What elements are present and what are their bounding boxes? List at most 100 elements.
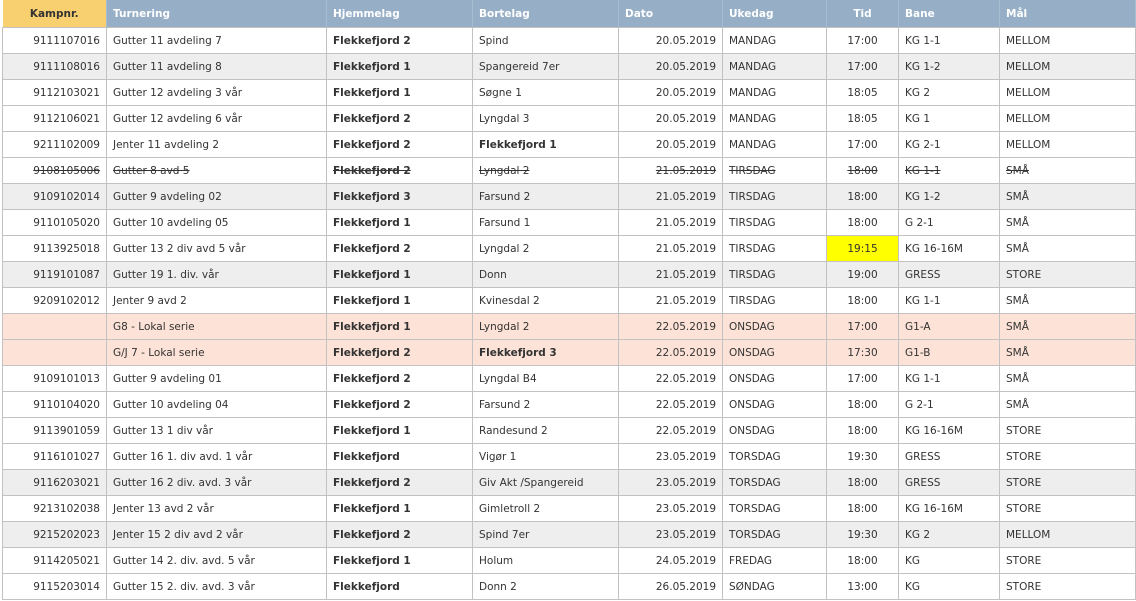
cell-maal: SMÅ [999, 209, 1136, 236]
cell-tid: 18:00 [826, 157, 899, 184]
cell-ukedag: MANDAG [722, 105, 827, 132]
col-header-dato[interactable]: Dato [618, 0, 723, 28]
cell-dato: 21.05.2019 [618, 209, 723, 236]
col-header-turnering[interactable]: Turnering [106, 0, 327, 28]
table-row: 9115203014 Gutter 15 2. div. avd. 3 vår Fl… [2, 573, 1136, 600]
cell-tid: 17:00 [826, 365, 899, 392]
cell-ukedag: ONSDAG [722, 365, 827, 392]
cell-bane: G 2-1 [898, 209, 1000, 236]
cell-bortelag: Kvinesdal 2 [472, 287, 619, 314]
cell-tid: 19:30 [826, 521, 899, 548]
cell-bane: KG 2 [898, 521, 1000, 548]
col-header-tid[interactable]: Tid [826, 0, 899, 28]
cell-tid: 17:00 [826, 27, 899, 54]
cell-turnering: Jenter 9 avd 2 [106, 287, 327, 314]
cell-bortelag: Lyngdal 2 [472, 313, 619, 340]
cell-bortelag: Spangereid 7er [472, 53, 619, 80]
cell-bortelag: Flekkefjord 1 [472, 131, 619, 158]
cell-ukedag: SØNDAG [722, 573, 827, 600]
cell-tid: 18:00 [826, 287, 899, 314]
cell-maal: STORE [999, 417, 1136, 444]
table-row: 9110104020 Gutter 10 avdeling 04 Flekkefjo… [2, 391, 1136, 418]
cell-hjemmelag: Flekkefjord 1 [326, 313, 473, 340]
table-row: 9113901059 Gutter 13 1 div vår Flekkefjord… [2, 417, 1136, 444]
cell-maal: MELLOM [999, 131, 1136, 158]
cell-kampnr: 9110104020 [2, 391, 107, 418]
cell-turnering: G/J 7 - Lokal serie [106, 339, 327, 366]
col-header-kampnr[interactable]: Kampnr. [2, 0, 107, 28]
cell-ukedag: TIRSDAG [722, 183, 827, 210]
cell-tid: 18:00 [826, 469, 899, 496]
cell-dato: 22.05.2019 [618, 313, 723, 340]
col-header-hjemmelag[interactable]: Hjemmelag [326, 0, 473, 28]
cell-tid: 17:00 [826, 313, 899, 340]
cell-turnering: Gutter 12 avdeling 6 vår [106, 105, 327, 132]
cell-kampnr: 9111108016 [2, 53, 107, 80]
cell-ukedag: TIRSDAG [722, 235, 827, 262]
cell-tid: 17:00 [826, 53, 899, 80]
cell-turnering: Gutter 13 2 div avd 5 vår [106, 235, 327, 262]
cell-turnering: Gutter 10 avdeling 05 [106, 209, 327, 236]
cell-hjemmelag: Flekkefjord 1 [326, 547, 473, 574]
cell-bane: KG 1-2 [898, 53, 1000, 80]
table-row: 9213102038 Jenter 13 avd 2 vår Flekkefjord… [2, 495, 1136, 522]
cell-hjemmelag: Flekkefjord 1 [326, 287, 473, 314]
cell-kampnr: 9115203014 [2, 573, 107, 600]
cell-maal: SMÅ [999, 339, 1136, 366]
cell-dato: 21.05.2019 [618, 261, 723, 288]
cell-kampnr: 9213102038 [2, 495, 107, 522]
cell-turnering: Gutter 11 avdeling 7 [106, 27, 327, 54]
cell-turnering: Jenter 11 avdeling 2 [106, 131, 327, 158]
cell-dato: 23.05.2019 [618, 469, 723, 496]
cell-ukedag: TORSDAG [722, 495, 827, 522]
cell-bortelag: Farsund 1 [472, 209, 619, 236]
cell-bane: G1-A [898, 313, 1000, 340]
col-header-maal[interactable]: Mål [999, 0, 1136, 28]
cell-turnering: Gutter 15 2. div. avd. 3 vår [106, 573, 327, 600]
cell-bortelag: Holum [472, 547, 619, 574]
cell-turnering: Gutter 10 avdeling 04 [106, 391, 327, 418]
cell-maal: MELLOM [999, 53, 1136, 80]
cell-hjemmelag: Flekkefjord 2 [326, 339, 473, 366]
cell-kampnr [2, 339, 107, 366]
cell-dato: 23.05.2019 [618, 443, 723, 470]
cell-maal: SMÅ [999, 287, 1136, 314]
table-row: 9116203021 Gutter 16 2 div. avd. 3 vår Fle… [2, 469, 1136, 496]
cell-hjemmelag: Flekkefjord 1 [326, 53, 473, 80]
cell-hjemmelag: Flekkefjord 1 [326, 261, 473, 288]
cell-hjemmelag: Flekkefjord 2 [326, 105, 473, 132]
cell-hjemmelag: Flekkefjord 2 [326, 235, 473, 262]
cell-dato: 21.05.2019 [618, 287, 723, 314]
cell-kampnr: 9109102014 [2, 183, 107, 210]
cell-maal: MELLOM [999, 27, 1136, 54]
match-schedule-table: Kampnr. Turnering Hjemmelag Bortelag Dat… [2, 0, 1136, 600]
cell-ukedag: TORSDAG [722, 521, 827, 548]
cell-tid: 19:15 [826, 235, 899, 262]
cell-turnering: Gutter 9 avdeling 02 [106, 183, 327, 210]
cell-dato: 22.05.2019 [618, 391, 723, 418]
cell-maal: STORE [999, 261, 1136, 288]
table-row: 9110105020 Gutter 10 avdeling 05 Flekkefjo… [2, 209, 1136, 236]
table-row: 9109102014 Gutter 9 avdeling 02 Flekkefjor… [2, 183, 1136, 210]
cell-kampnr: 9116203021 [2, 469, 107, 496]
col-header-bane[interactable]: Bane [898, 0, 1000, 28]
cell-tid: 18:00 [826, 495, 899, 522]
col-header-bortelag[interactable]: Bortelag [472, 0, 619, 28]
table-row: 9211102009 Jenter 11 avdeling 2 Flekkefjor… [2, 131, 1136, 158]
table-row: 9119101087 Gutter 19 1. div. vår Flekkefjo… [2, 261, 1136, 288]
cell-dato: 21.05.2019 [618, 183, 723, 210]
cell-maal: STORE [999, 443, 1136, 470]
cell-ukedag: MANDAG [722, 27, 827, 54]
table-row: 9111108016 Gutter 11 avdeling 8 Flekkefjor… [2, 53, 1136, 80]
cell-turnering: Gutter 11 avdeling 8 [106, 53, 327, 80]
cell-bane: KG 1-1 [898, 287, 1000, 314]
cell-dato: 20.05.2019 [618, 53, 723, 80]
cell-maal: MELLOM [999, 521, 1136, 548]
cell-dato: 24.05.2019 [618, 547, 723, 574]
cell-tid: 18:00 [826, 391, 899, 418]
table-row: 9109101013 Gutter 9 avdeling 01 Flekkefjor… [2, 365, 1136, 392]
cell-bortelag: Gimletroll 2 [472, 495, 619, 522]
cell-bortelag: Vigør 1 [472, 443, 619, 470]
table-row: 9112106021 Gutter 12 avdeling 6 vår Flekke… [2, 105, 1136, 132]
col-header-ukedag[interactable]: Ukedag [722, 0, 827, 28]
